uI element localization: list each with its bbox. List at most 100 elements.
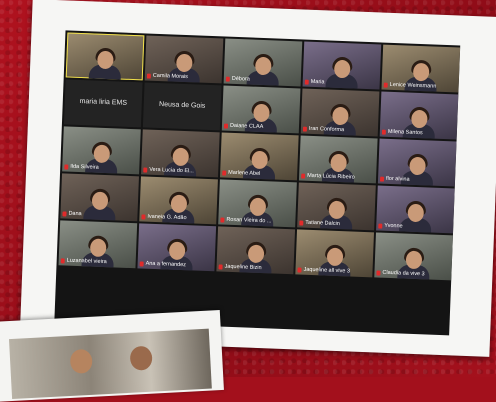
participant-name-label bbox=[66, 122, 139, 125]
mic-muted-icon bbox=[378, 223, 383, 229]
mic-muted-icon bbox=[218, 263, 223, 270]
mic-muted-icon bbox=[379, 176, 385, 182]
participant-tile[interactable]: Jaqueline Bizin bbox=[216, 226, 296, 275]
participant-tile[interactable]: Lenice Weinsmann bbox=[381, 44, 461, 93]
participant-name: Marta Lúcia Ribeiro bbox=[307, 172, 355, 181]
participant-face bbox=[249, 197, 266, 217]
participant-grid: Camila Morais Débora Maria Lenice Weinsmann… bbox=[58, 32, 461, 281]
participant-name: Luzanabel vieira bbox=[66, 257, 107, 266]
participant-name: Rosan Vieira do ... bbox=[226, 216, 272, 225]
participant-tile[interactable]: Ana a fernandez bbox=[137, 223, 217, 272]
participant-face bbox=[408, 156, 426, 176]
participant-tile[interactable]: Maria bbox=[302, 41, 382, 90]
participant-face bbox=[96, 50, 114, 70]
participant-face bbox=[410, 109, 428, 129]
mic-muted-icon bbox=[64, 163, 69, 170]
participant-tile[interactable]: Milena Santos bbox=[379, 91, 459, 140]
participant-name: Débora bbox=[231, 75, 250, 83]
participant-name: Dana bbox=[68, 210, 82, 218]
participant-name: Jaqueline Bizin bbox=[224, 263, 262, 272]
participant-tile[interactable]: flor alvina bbox=[377, 138, 457, 187]
printed-photo: Camila Morais Débora Maria Lenice Weinsmann… bbox=[19, 0, 496, 357]
participant-face bbox=[89, 238, 107, 258]
participant-tile[interactable]: Ivaneia G. Adão bbox=[139, 176, 218, 225]
participant-tile[interactable]: Daiane CLAA bbox=[221, 85, 301, 134]
mic-muted-icon bbox=[225, 76, 230, 82]
participant-name: Ilda Silveira bbox=[70, 163, 99, 171]
participant-name: Vera Lucia do El... bbox=[149, 166, 194, 175]
participant-face bbox=[247, 244, 264, 264]
participant-face bbox=[327, 200, 345, 220]
participant-tile[interactable]: Débora bbox=[223, 38, 303, 87]
mic-muted-icon bbox=[141, 213, 146, 220]
mic-muted-icon bbox=[297, 266, 302, 273]
participant-name-label bbox=[145, 126, 218, 129]
participant-face bbox=[405, 250, 422, 270]
second-printed-photo bbox=[0, 310, 224, 402]
participant-name: Claudia da vive 3 bbox=[382, 269, 425, 278]
participant-name: Ivaneia G. Adão bbox=[147, 213, 187, 222]
mic-muted-icon bbox=[139, 260, 144, 267]
mic-muted-icon bbox=[299, 220, 304, 226]
participant-tile[interactable]: Ilda Silveira bbox=[62, 126, 141, 175]
participant-name: Yvonne bbox=[384, 222, 403, 230]
mic-muted-icon bbox=[304, 79, 309, 85]
participant-face bbox=[412, 62, 430, 82]
participant-tile[interactable]: Iran Conforma bbox=[300, 88, 380, 137]
participant-face bbox=[329, 153, 347, 173]
participant-face bbox=[91, 191, 108, 211]
mic-muted-icon bbox=[383, 82, 388, 88]
participant-name: Milena Santos bbox=[387, 128, 423, 137]
second-photo-scene bbox=[8, 328, 212, 400]
participant-tile[interactable]: Vera Lucia do El... bbox=[141, 129, 220, 178]
participant-face bbox=[175, 53, 193, 73]
participant-name: Maria bbox=[310, 78, 325, 86]
participant-name: Iran Conforma bbox=[308, 125, 345, 134]
participant-tile[interactable]: Claudia da vive 3 bbox=[374, 232, 453, 281]
mic-muted-icon bbox=[222, 170, 227, 176]
participant-face bbox=[171, 147, 189, 167]
participant-tile[interactable]: Marta Lúcia Ribeiro bbox=[298, 135, 378, 184]
participant-name: Lenice Weinsmann bbox=[389, 81, 437, 90]
participant-face bbox=[252, 103, 270, 123]
participant-face bbox=[406, 203, 424, 223]
participant-name: Jaqueline all vive 3 bbox=[303, 266, 351, 275]
participant-tile[interactable]: Jaqueline all vive 3 bbox=[295, 229, 374, 278]
participant-tile[interactable] bbox=[65, 32, 145, 81]
participant-tile[interactable]: Rosan Vieira do ... bbox=[218, 179, 297, 228]
participant-face bbox=[168, 241, 185, 261]
mic-muted-icon bbox=[143, 166, 148, 173]
mic-muted-icon bbox=[62, 210, 67, 217]
participant-name: flor alvina bbox=[385, 175, 410, 183]
mic-muted-icon bbox=[223, 123, 229, 129]
participant-name: Ana a fernandez bbox=[145, 260, 187, 269]
video-call-screen: Camila Morais Débora Maria Lenice Weinsmann… bbox=[54, 30, 461, 336]
participant-face bbox=[250, 150, 268, 170]
participant-display-name: maria liria EMS bbox=[79, 97, 128, 107]
mic-muted-icon bbox=[301, 173, 306, 179]
mic-muted-icon bbox=[376, 270, 381, 276]
participant-tile[interactable]: Yvonne bbox=[376, 185, 455, 234]
participant-face bbox=[92, 144, 110, 164]
participant-tile[interactable]: Luzanabel vieira bbox=[58, 220, 138, 269]
participant-tile[interactable]: Camila Morais bbox=[144, 35, 224, 84]
participant-face bbox=[170, 194, 187, 214]
participant-tile[interactable]: maria liria EMS bbox=[63, 79, 143, 128]
participant-face bbox=[254, 56, 272, 76]
person-face bbox=[69, 348, 93, 374]
participant-display-name: Neusa de Gois bbox=[158, 101, 206, 110]
participant-tile[interactable]: Dana bbox=[60, 173, 139, 222]
participant-tile[interactable]: Marlene Abel bbox=[219, 132, 299, 181]
participant-name: Daiane CLAA bbox=[229, 122, 264, 131]
participant-name: Tatiane Dalcin bbox=[305, 219, 340, 228]
mic-muted-icon bbox=[220, 216, 225, 223]
participant-name: Marlene Abel bbox=[228, 169, 261, 177]
participant-face bbox=[333, 59, 351, 79]
person-face bbox=[129, 345, 153, 371]
mic-muted-icon bbox=[60, 257, 65, 264]
mic-muted-icon bbox=[381, 129, 386, 135]
participant-tile[interactable]: Neusa de Gois bbox=[142, 82, 222, 131]
mic-muted-icon bbox=[302, 126, 308, 132]
participant-tile[interactable]: Tatiane Dalcin bbox=[297, 182, 376, 231]
mic-muted-icon bbox=[146, 73, 151, 79]
